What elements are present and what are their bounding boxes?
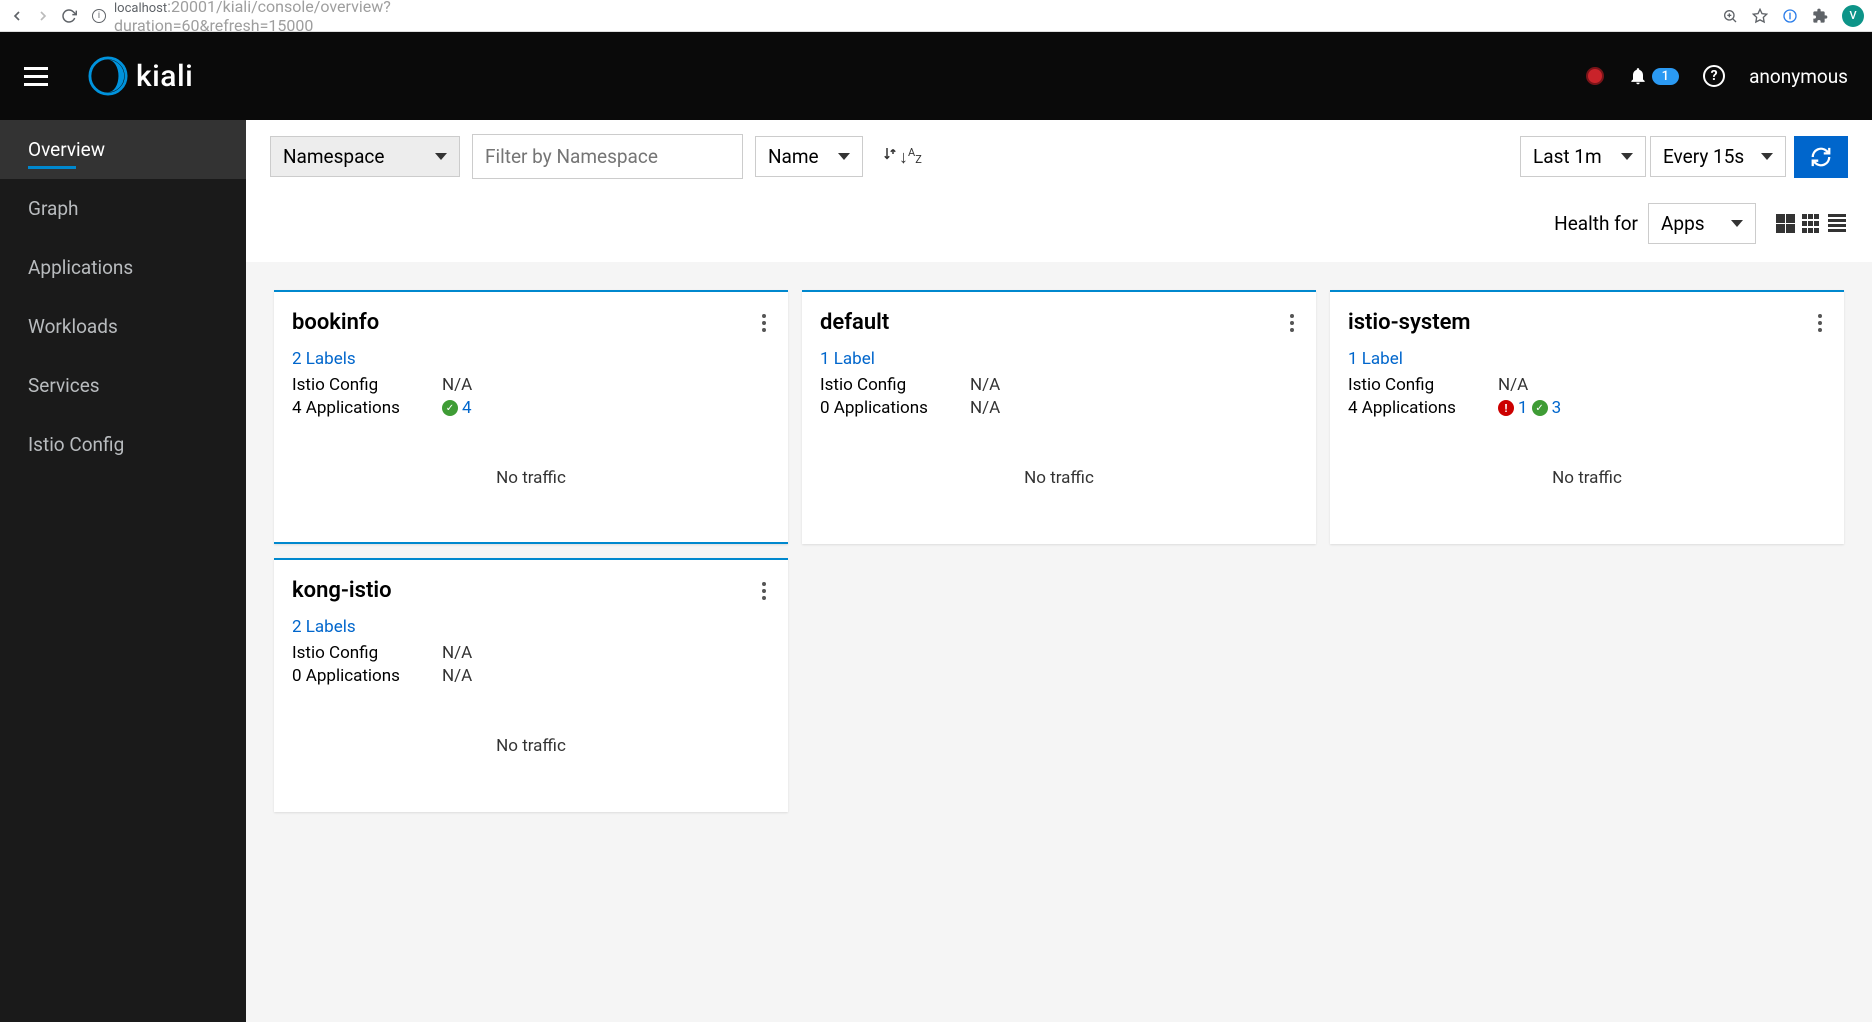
browser-bar: i localhost:20001/kiali/console/overview… xyxy=(0,0,1872,32)
view-grid-large-icon[interactable] xyxy=(1776,214,1796,234)
url-text: localhost:20001/kiali/console/overview?d… xyxy=(114,0,475,35)
namespace-card-bookinfo[interactable]: bookinfo 2 Labels Istio ConfigN/A4 Applica… xyxy=(274,290,788,544)
menu-icon[interactable] xyxy=(24,67,48,86)
traffic-status: No traffic xyxy=(292,468,770,488)
refresh-button[interactable] xyxy=(1794,136,1848,178)
chevron-down-icon xyxy=(1731,220,1743,227)
card-title: default xyxy=(820,310,1298,335)
main-content: Namespace Name ↓AZ Last 1m Every 15s xyxy=(246,120,1872,1022)
extension-icons: V xyxy=(1722,5,1864,27)
istio-config-label: Istio Config xyxy=(292,643,442,663)
logo-text: kiali xyxy=(136,59,193,94)
card-menu-icon[interactable] xyxy=(1814,310,1826,336)
health-for-label: Health for xyxy=(1554,212,1638,235)
extension-icon[interactable] xyxy=(1782,8,1798,24)
traffic-status: No traffic xyxy=(1348,468,1826,488)
reload-icon[interactable] xyxy=(60,7,78,25)
duration-label: Last 1m xyxy=(1533,145,1602,168)
address-bar[interactable]: i localhost:20001/kiali/console/overview… xyxy=(86,0,1714,35)
card-title: bookinfo xyxy=(292,310,770,335)
app-header: kiali 1 ? anonymous xyxy=(0,32,1872,120)
apps-label: 0 Applications xyxy=(292,666,442,686)
health-count: 4 xyxy=(462,398,472,418)
health-ok-icon: ✓ xyxy=(442,400,458,416)
card-menu-icon[interactable] xyxy=(1286,310,1298,336)
istio-config-value: N/A xyxy=(442,643,472,663)
refresh-icon xyxy=(1810,146,1832,168)
sidebar-item-workloads[interactable]: Workloads xyxy=(0,297,246,356)
sort-direction-icon[interactable]: ↓AZ xyxy=(881,145,922,168)
namespace-card-kong-istio[interactable]: kong-istio 2 Labels Istio ConfigN/A0 Appli… xyxy=(274,558,788,812)
traffic-status: No traffic xyxy=(820,468,1298,488)
sort-label: Name xyxy=(768,145,819,168)
chevron-down-icon xyxy=(838,153,850,160)
sidebar-item-overview[interactable]: Overview xyxy=(0,120,246,179)
namespace-label: Namespace xyxy=(283,145,384,168)
namespace-card-istio-system[interactable]: istio-system 1 Label Istio ConfigN/A4 Appl… xyxy=(1330,290,1844,544)
filter-input[interactable] xyxy=(472,134,743,179)
apps-label: 4 Applications xyxy=(1348,398,1498,418)
labels-link[interactable]: 1 Label xyxy=(820,349,1298,369)
health-ok-count: 3 xyxy=(1552,398,1562,418)
health-error-icon: ! xyxy=(1498,400,1514,416)
istio-config-value: N/A xyxy=(970,375,1000,395)
card-title: kong-istio xyxy=(292,578,770,603)
health-ok-icon: ✓ xyxy=(1532,400,1548,416)
sidebar-item-istio-config[interactable]: Istio Config xyxy=(0,415,246,474)
namespace-dropdown[interactable]: Namespace xyxy=(270,136,460,177)
sidebar-item-graph[interactable]: Graph xyxy=(0,179,246,238)
puzzle-icon[interactable] xyxy=(1812,8,1828,24)
view-list-icon[interactable] xyxy=(1828,214,1848,234)
health-for-dropdown[interactable]: Apps xyxy=(1648,203,1756,244)
view-grid-small-icon[interactable] xyxy=(1802,214,1822,234)
chevron-down-icon xyxy=(435,153,447,160)
zoom-icon[interactable] xyxy=(1722,8,1738,24)
refresh-interval-dropdown[interactable]: Every 15s xyxy=(1650,136,1786,177)
istio-config-value: N/A xyxy=(442,375,472,395)
url-input[interactable] xyxy=(483,8,1708,23)
profile-avatar[interactable]: V xyxy=(1842,5,1864,27)
bell-icon xyxy=(1628,66,1648,86)
card-menu-icon[interactable] xyxy=(758,578,770,604)
health-error-count: 1 xyxy=(1518,398,1528,418)
toolbar: Namespace Name ↓AZ Last 1m Every 15s xyxy=(246,120,1872,193)
username-text[interactable]: anonymous xyxy=(1749,65,1848,88)
chevron-down-icon xyxy=(1621,153,1633,160)
back-icon[interactable] xyxy=(8,7,26,25)
sidebar-item-services[interactable]: Services xyxy=(0,356,246,415)
namespace-card-default[interactable]: default 1 Label Istio ConfigN/A0 Applicati… xyxy=(802,290,1316,544)
info-icon: i xyxy=(92,9,106,23)
refresh-label: Every 15s xyxy=(1663,145,1744,168)
notifications[interactable]: 1 xyxy=(1628,66,1679,86)
toolbar-secondary: Health for Apps xyxy=(246,193,1872,262)
card-menu-icon[interactable] xyxy=(758,310,770,336)
duration-dropdown[interactable]: Last 1m xyxy=(1520,136,1646,177)
notification-badge: 1 xyxy=(1652,68,1679,85)
istio-config-label: Istio Config xyxy=(292,375,442,395)
sidebar-item-applications[interactable]: Applications xyxy=(0,238,246,297)
card-title: istio-system xyxy=(1348,310,1826,335)
namespace-cards: bookinfo2 LabelsIstio ConfigN/A4 Applica… xyxy=(246,262,1872,840)
istio-config-label: Istio Config xyxy=(1348,375,1498,395)
health-for-value: Apps xyxy=(1661,212,1705,235)
labels-link[interactable]: 2 Labels xyxy=(292,349,770,369)
chevron-down-icon xyxy=(1761,153,1773,160)
help-icon[interactable]: ? xyxy=(1703,65,1725,87)
logo[interactable]: kiali xyxy=(88,56,193,96)
kiali-logo-icon xyxy=(88,56,128,96)
sort-dropdown[interactable]: Name xyxy=(755,136,863,177)
istio-config-label: Istio Config xyxy=(820,375,970,395)
labels-link[interactable]: 1 Label xyxy=(1348,349,1826,369)
traffic-status: No traffic xyxy=(292,736,770,756)
apps-label: 4 Applications xyxy=(292,398,442,418)
apps-value: N/A xyxy=(442,666,472,686)
apps-value: N/A xyxy=(970,398,1000,418)
istio-config-value: N/A xyxy=(1498,375,1528,395)
record-icon[interactable] xyxy=(1586,67,1604,85)
star-icon[interactable] xyxy=(1752,8,1768,24)
labels-link[interactable]: 2 Labels xyxy=(292,617,770,637)
forward-icon[interactable] xyxy=(34,7,52,25)
sidebar: OverviewGraphApplicationsWorkloadsServic… xyxy=(0,120,246,1022)
apps-label: 0 Applications xyxy=(820,398,970,418)
